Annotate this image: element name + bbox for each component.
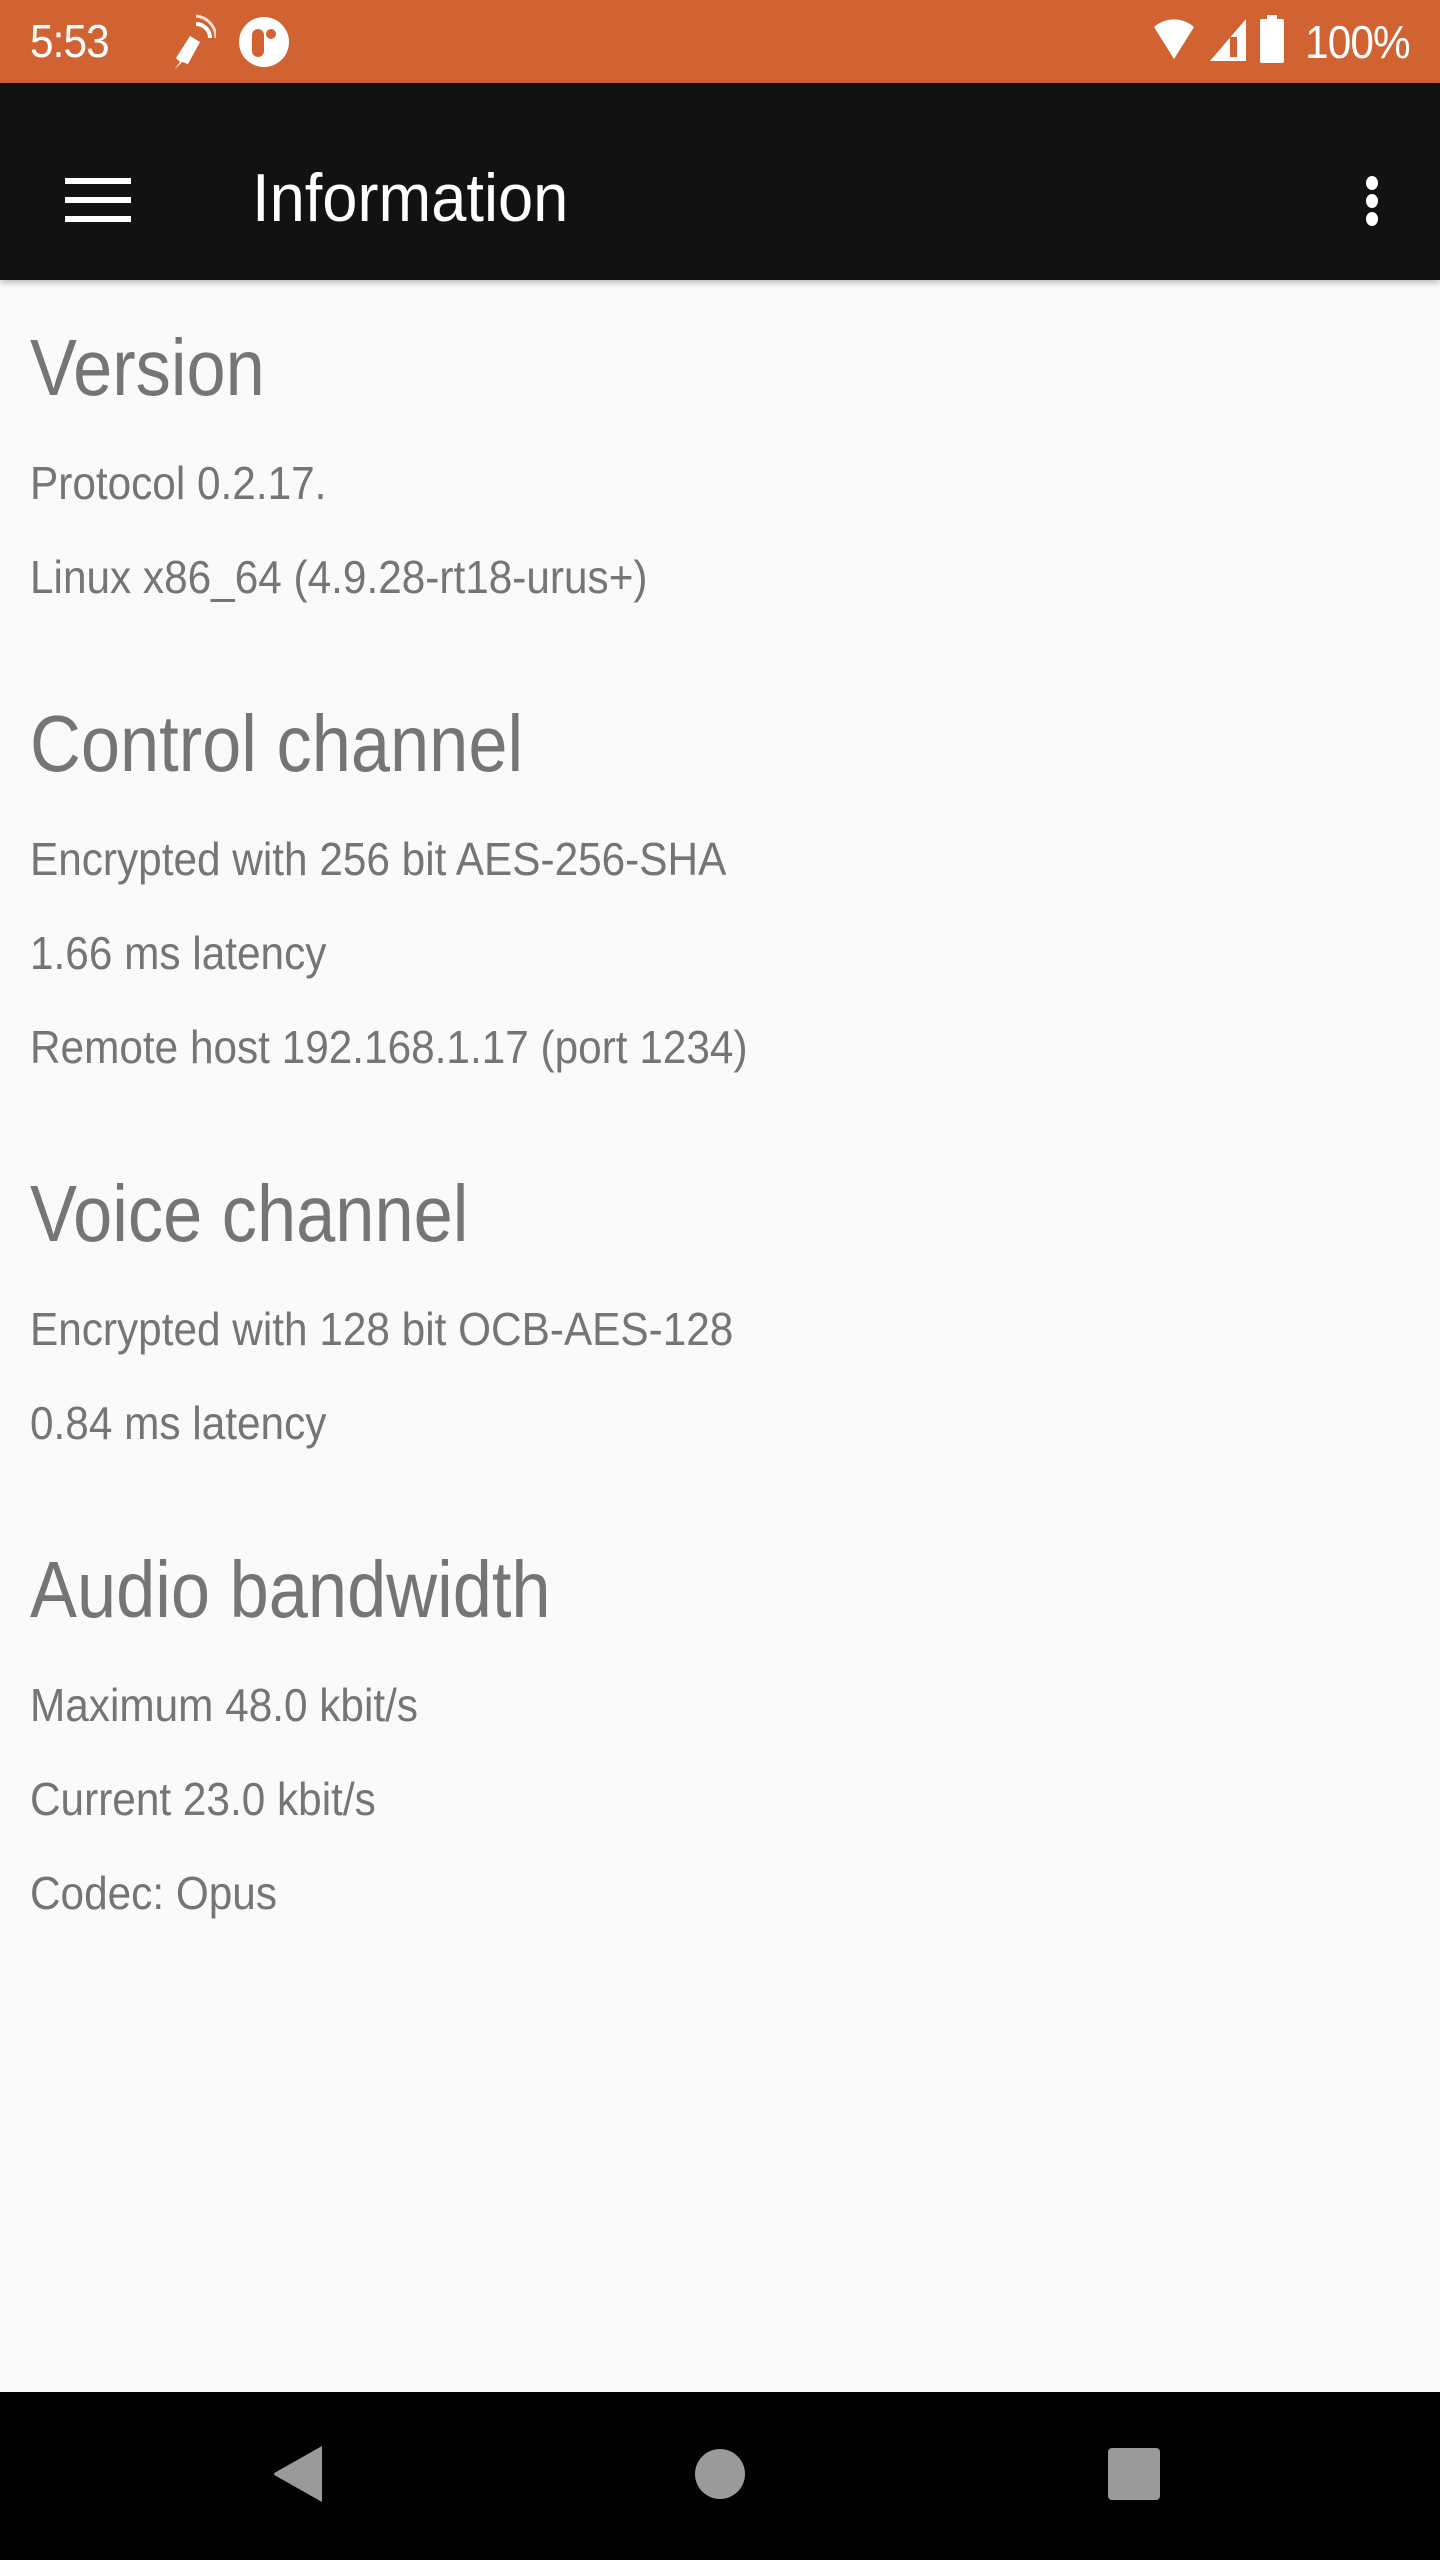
info-line: Linux x86_64 (4.9.28-rt18-urus+) <box>30 551 648 603</box>
information-content: Version Protocol 0.2.17. Linux x86_64 (4… <box>30 280 1410 1940</box>
menu-button[interactable] <box>40 143 150 253</box>
section-heading: Audio bandwidth <box>30 1545 551 1634</box>
info-line: Encrypted with 128 bit OCB-AES-128 <box>30 1303 734 1355</box>
section-heading: Control channel <box>30 699 524 788</box>
app-notification-icon <box>238 16 290 73</box>
section-version: Version Protocol 0.2.17. Linux x86_64 (4… <box>30 308 1410 624</box>
overflow-menu-button[interactable] <box>1324 143 1420 253</box>
navigation-bar <box>0 2392 1440 2560</box>
home-icon <box>693 2447 747 2506</box>
section-voice-channel: Voice channel Encrypted with 128 bit OCB… <box>30 1154 1410 1470</box>
info-line: Protocol 0.2.17. <box>30 457 327 509</box>
app-bar: Information <box>0 83 1440 280</box>
info-line: 0.84 ms latency <box>30 1397 327 1449</box>
info-line: Codec: Opus <box>30 1867 278 1919</box>
section-heading: Voice channel <box>30 1169 469 1258</box>
home-button[interactable] <box>660 2426 780 2526</box>
battery-percent: 100% <box>1305 15 1410 68</box>
system-status-icons: 100% <box>1152 0 1411 83</box>
cell-signal-icon <box>1208 15 1248 68</box>
recents-button[interactable] <box>1074 2426 1194 2526</box>
satellite-dish-icon <box>166 12 218 77</box>
info-line: Current 23.0 kbit/s <box>30 1773 376 1825</box>
section-control-channel: Control channel Encrypted with 256 bit A… <box>30 684 1410 1094</box>
recents-icon <box>1106 2446 1162 2507</box>
wifi-icon <box>1152 15 1196 68</box>
section-audio-bandwidth: Audio bandwidth Maximum 48.0 kbit/s Curr… <box>30 1530 1410 1940</box>
info-line: 1.66 ms latency <box>30 927 327 979</box>
info-line: Remote host 192.168.1.17 (port 1234) <box>30 1021 748 1073</box>
back-icon <box>272 2444 328 2509</box>
status-bar: 5:53 100% <box>0 0 1440 83</box>
page-title: Information <box>252 160 569 236</box>
section-heading: Version <box>30 323 265 412</box>
back-button[interactable] <box>240 2426 360 2526</box>
status-time: 5:53 <box>30 15 110 67</box>
battery-icon <box>1260 15 1285 68</box>
info-line: Maximum 48.0 kbit/s <box>30 1679 419 1731</box>
info-line: Encrypted with 256 bit AES-256-SHA <box>30 833 727 885</box>
